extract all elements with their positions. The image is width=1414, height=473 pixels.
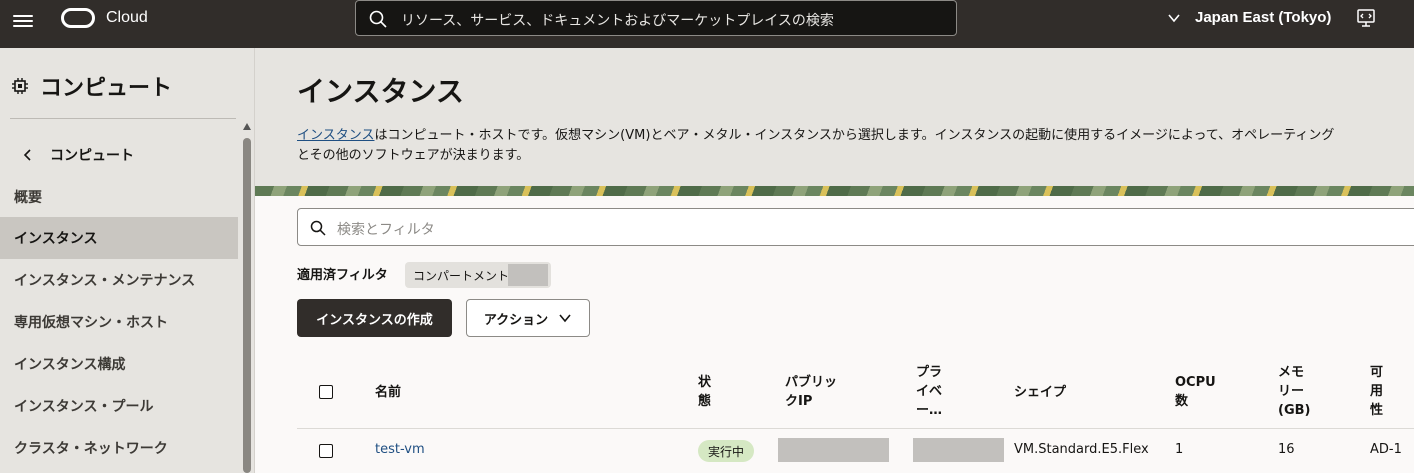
actions-button[interactable]: アクション: [466, 299, 590, 337]
search-icon: [369, 10, 387, 28]
column-header-memory[interactable]: メモ リー (GB): [1278, 363, 1310, 420]
select-all-checkbox[interactable]: [319, 385, 333, 399]
instances-doc-link[interactable]: インスタンス: [297, 128, 374, 143]
column-header-availability-line: 性: [1370, 403, 1384, 418]
column-header-public-ip-line: パブリッ: [785, 375, 838, 390]
column-header-private-ip[interactable]: プラ イベ ー…: [916, 363, 942, 420]
chip-label: コンパートメント: [413, 269, 510, 283]
sidebar-item-instance-configurations[interactable]: インスタンス構成: [0, 343, 238, 385]
sidebar-title: コンピュート: [40, 76, 173, 101]
top-bar: Cloud リソース、サービス、ドキュメントおよびマーケットプレイスの検索 Ja…: [0, 0, 1414, 48]
redacted-private-ip: [913, 438, 1004, 462]
chevron-down-icon: [559, 314, 571, 323]
redacted-compartment: [508, 264, 548, 286]
instance-name-link[interactable]: test-vm: [375, 442, 425, 457]
column-header-memory-line: (GB): [1278, 403, 1311, 418]
column-header-availability-line: 可: [1370, 365, 1384, 380]
column-header-availability-line: 用: [1370, 384, 1384, 399]
brand-name[interactable]: Cloud: [106, 9, 148, 27]
applied-filters-label: 適用済フィルタ: [297, 268, 388, 283]
column-header-state-line: 状: [698, 375, 712, 390]
region-label: Japan East (Tokyo): [1195, 9, 1332, 26]
sidebar-item-instances[interactable]: インスタンス: [0, 217, 238, 259]
sidebar-item-instance-pools[interactable]: インスタンス・プール: [0, 385, 238, 427]
sidebar-header: コンピュート: [10, 70, 172, 102]
sidebar-divider: [10, 118, 236, 119]
sidebar-back-label: コンピュート: [50, 148, 134, 164]
page-description: インスタンスはコンピュート・ホストです。仮想マシン(VM)とベア・メタル・インス…: [297, 126, 1414, 166]
search-icon: [310, 220, 326, 236]
column-header-private-ip-line: プラ: [916, 365, 943, 380]
global-search-placeholder: リソース、サービス、ドキュメントおよびマーケットプレイスの検索: [401, 13, 834, 29]
decorative-banner: [255, 186, 1414, 196]
menu-icon[interactable]: [13, 12, 33, 32]
actions-label: アクション: [483, 312, 549, 328]
column-header-shape[interactable]: シェイプ: [1014, 383, 1066, 402]
redacted-public-ip: [778, 438, 889, 462]
column-header-private-ip-line: ー…: [916, 403, 943, 418]
row-checkbox[interactable]: [319, 444, 333, 458]
developer-tools-icon[interactable]: [1356, 8, 1376, 28]
column-header-private-ip-line: イベ: [916, 384, 943, 399]
table-header-divider: [297, 428, 1414, 429]
description-line-2: とその他のソフトウェアが決まります。: [297, 148, 530, 163]
column-header-state-line: 態: [698, 394, 712, 409]
page-header-area: [255, 48, 1414, 188]
global-search-input[interactable]: リソース、サービス、ドキュメントおよびマーケットプレイスの検索: [355, 0, 957, 36]
column-header-public-ip[interactable]: パブリッ クIP: [785, 373, 837, 411]
sidebar: コンピュート コンピュート 概要 インスタンス インスタンス・メンテナンス 専用…: [0, 48, 255, 473]
column-header-public-ip-line: クIP: [785, 394, 813, 409]
sidebar-scroll-thumb[interactable]: [243, 138, 251, 473]
sidebar-item-cluster-networks[interactable]: クラスタ・ネットワーク: [0, 427, 238, 469]
chevron-down-icon: [1168, 13, 1180, 22]
description-line-1: はコンピュート・ホストです。仮想マシン(VM)とベア・メタル・インスタンスから選…: [374, 128, 1335, 143]
instance-ocpu: 1: [1175, 442, 1184, 457]
instance-availability-domain: AD-1: [1370, 442, 1402, 457]
compartment-filter-chip[interactable]: コンパートメント: [405, 262, 551, 288]
instance-shape: VM.Standard.E5.Flex: [1014, 442, 1149, 457]
column-header-state[interactable]: 状 態: [698, 373, 711, 411]
status-badge: 実行中: [698, 440, 755, 462]
sidebar-item-overview[interactable]: 概要: [0, 176, 238, 218]
sidebar-item-instance-maintenance[interactable]: インスタンス・メンテナンス: [0, 259, 238, 301]
column-header-ocpu-line: OCPU: [1175, 375, 1216, 390]
oracle-logo-icon[interactable]: [61, 8, 95, 28]
scroll-up-arrow-icon[interactable]: [243, 123, 251, 130]
sidebar-item-dedicated-vm-hosts[interactable]: 専用仮想マシン・ホスト: [0, 301, 238, 343]
column-header-ocpu-line: 数: [1175, 394, 1189, 409]
search-filter-input[interactable]: 検索とフィルタ: [297, 208, 1414, 246]
column-header-name[interactable]: 名前: [375, 383, 401, 402]
main-content: インスタンス インスタンスはコンピュート・ホストです。仮想マシン(VM)とベア・…: [255, 48, 1414, 473]
column-header-memory-line: リー: [1278, 384, 1305, 399]
column-header-availability-domain[interactable]: 可 用 性: [1370, 363, 1383, 420]
sidebar-back-link[interactable]: コンピュート: [22, 145, 134, 165]
column-header-ocpu[interactable]: OCPU 数: [1175, 373, 1216, 411]
chip-icon: [12, 78, 28, 94]
chevron-left-icon: [23, 149, 31, 161]
page-title: インスタンス: [297, 75, 464, 108]
create-instance-button[interactable]: インスタンスの作成: [297, 299, 452, 337]
column-header-memory-line: メモ: [1278, 365, 1305, 380]
region-selector[interactable]: Japan East (Tokyo): [1167, 9, 1331, 26]
filter-placeholder: 検索とフィルタ: [337, 222, 435, 238]
instance-memory: 16: [1278, 442, 1295, 457]
